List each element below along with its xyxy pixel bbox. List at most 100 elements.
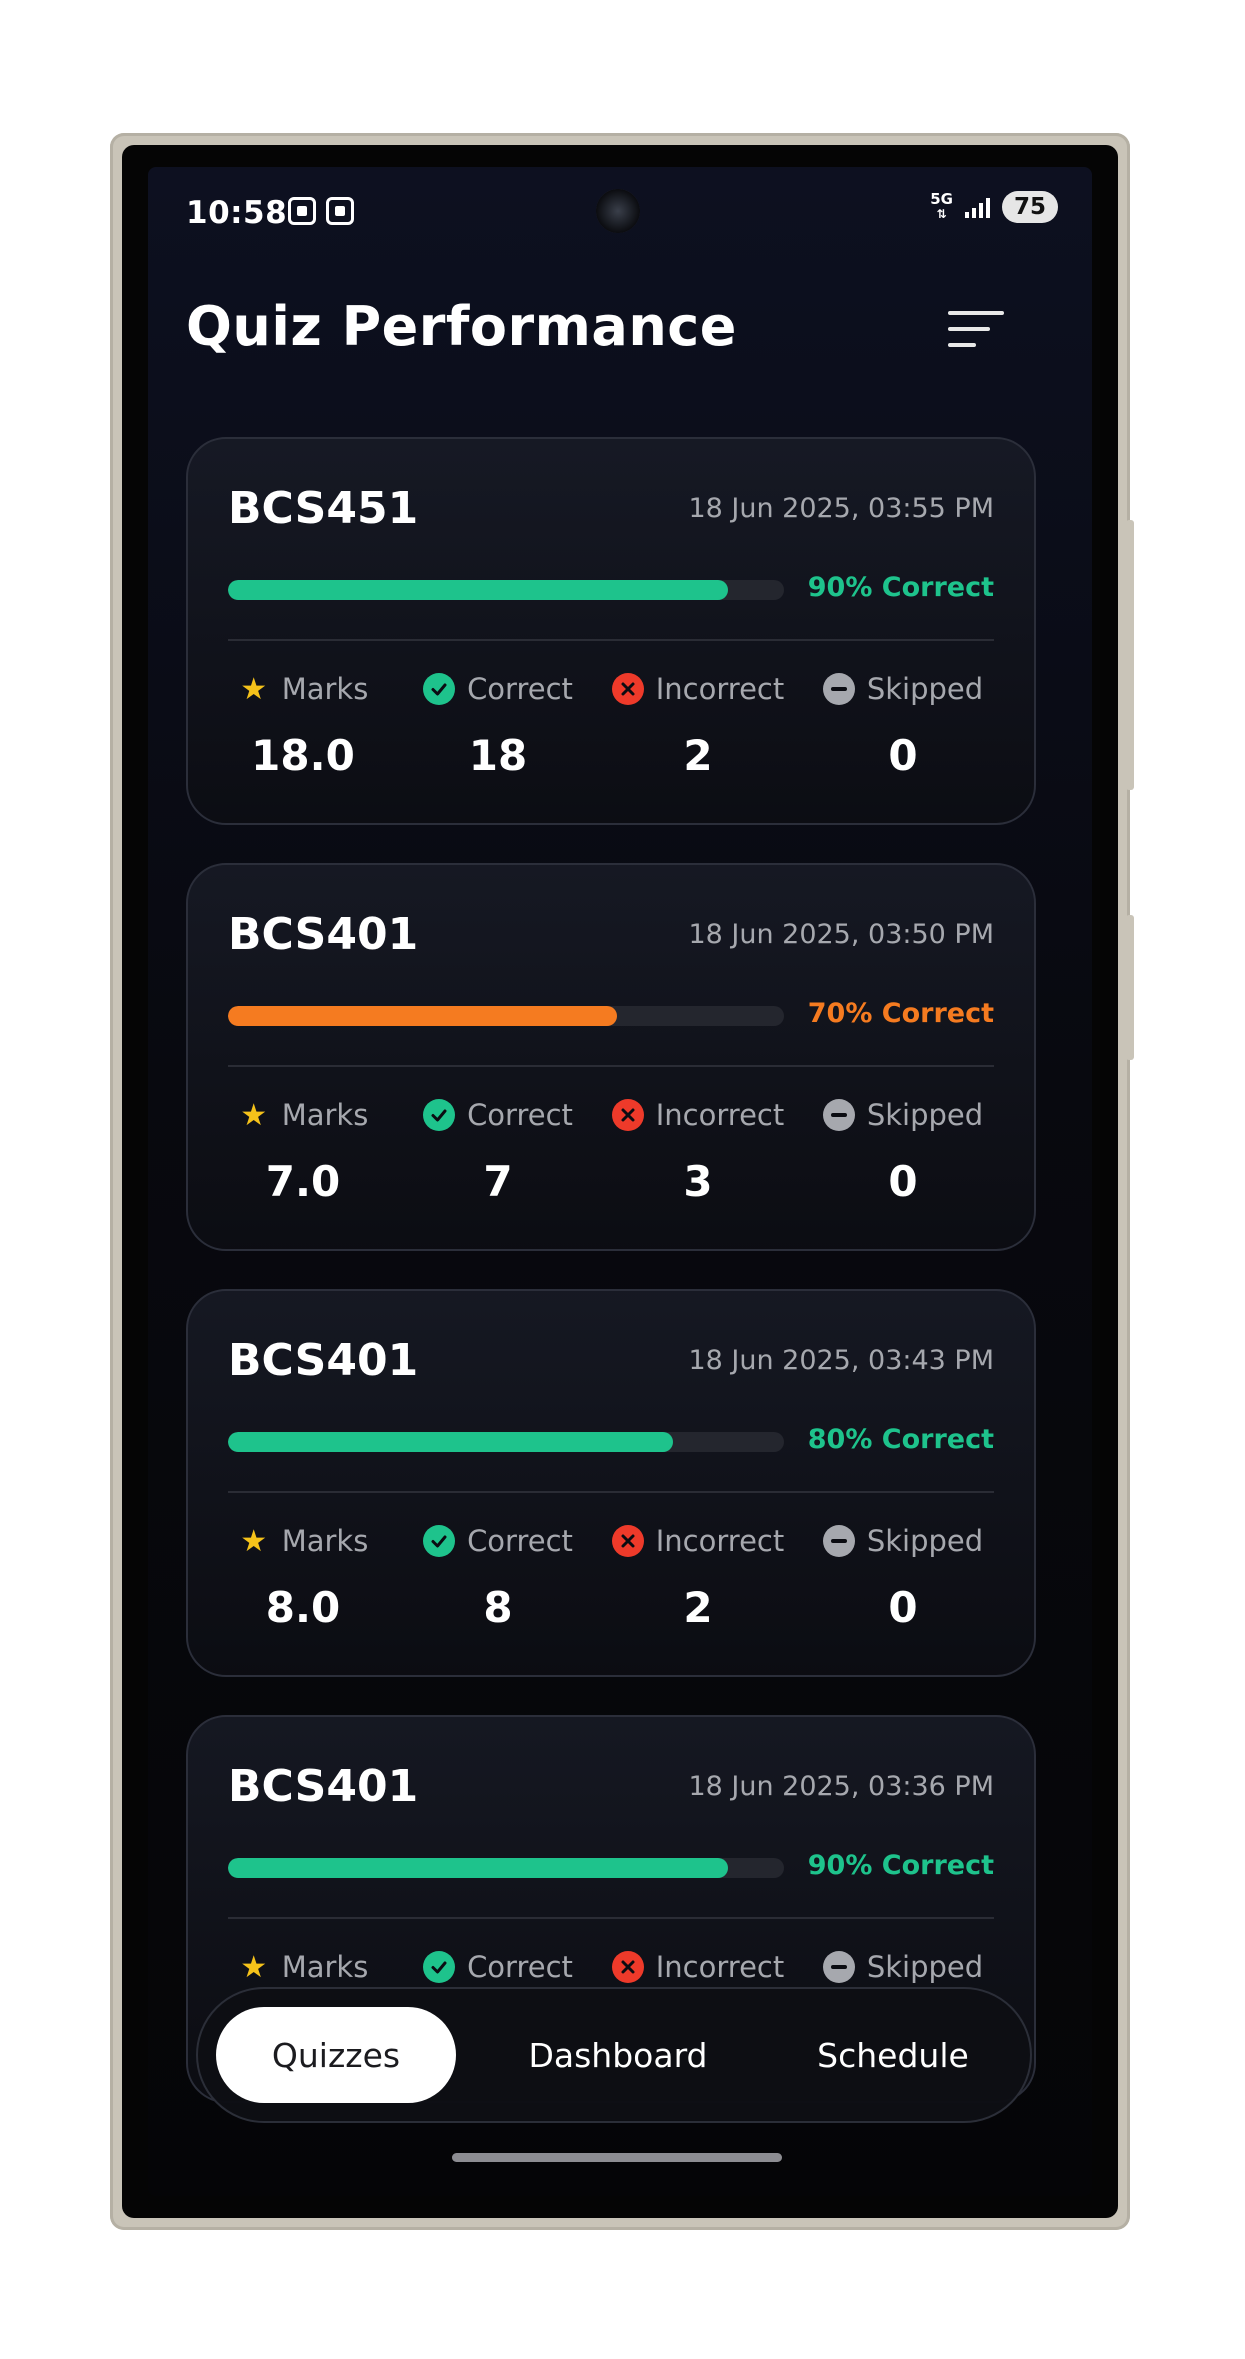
x-circle-icon <box>611 673 644 705</box>
tab-quizzes[interactable]: Quizzes <box>216 2007 456 2103</box>
stat-skipped-label: Skipped <box>866 672 984 706</box>
stat-incorrect: Incorrect 2 <box>598 669 798 780</box>
front-camera <box>596 189 640 233</box>
score-progress-fill <box>228 1006 618 1026</box>
stat-correct-label: Correct <box>467 672 573 706</box>
quiz-date: 18 Jun 2025, 03:55 PM <box>688 493 994 524</box>
star-icon: ★ <box>240 1097 268 1133</box>
x-circle-icon <box>611 1099 644 1131</box>
score-progress-bar <box>228 580 784 600</box>
score-percent-label: 90% Correct <box>807 1850 994 1881</box>
signal-strength-icon <box>964 196 990 218</box>
home-indicator[interactable] <box>452 2153 782 2162</box>
minus-circle-icon <box>822 673 855 705</box>
stat-incorrect-value: 2 <box>683 1583 713 1632</box>
quiz-stats: ★ Marks 7.0 Correct 7 Incorrect 3 Skipped 0 <box>228 1095 998 1215</box>
star-icon: ★ <box>240 1523 268 1559</box>
stat-skipped-label: Skipped <box>866 1098 984 1132</box>
network-type-icon: 5G ⇅ <box>930 192 953 222</box>
quiz-code: BCS401 <box>228 909 419 960</box>
stat-skipped-value: 0 <box>888 1157 918 1206</box>
stat-marks-value: 8.0 <box>265 1583 341 1632</box>
card-divider <box>228 1917 994 1919</box>
screen-record-icon <box>326 197 354 225</box>
power-button <box>1126 915 1134 1060</box>
stat-correct-value: 18 <box>468 731 528 780</box>
stat-correct-value: 7 <box>483 1157 513 1206</box>
score-progress-bar <box>228 1006 784 1026</box>
minus-circle-icon <box>822 1099 855 1131</box>
card-divider <box>228 1491 994 1493</box>
stat-marks-label: Marks <box>281 1098 369 1132</box>
stat-incorrect-value: 2 <box>683 731 713 780</box>
stat-incorrect-value: 3 <box>683 1157 713 1206</box>
stat-skipped-value: 0 <box>888 1583 918 1632</box>
stat-correct-value: 8 <box>483 1583 513 1632</box>
data-arrows-icon: ⇅ <box>936 207 947 221</box>
stat-correct-label: Correct <box>467 1950 573 1984</box>
stat-marks-value: 7.0 <box>265 1157 341 1206</box>
stat-marks: ★ Marks 8.0 <box>228 1521 378 1633</box>
stat-marks: ★ Marks 7.0 <box>228 1095 378 1207</box>
quiz-code: BCS401 <box>228 1335 419 1386</box>
stat-incorrect: Incorrect 3 <box>598 1095 798 1206</box>
quiz-date: 18 Jun 2025, 03:36 PM <box>688 1771 994 1802</box>
quiz-stats: ★ Marks 8.0 Correct 8 Incorrect 2 Skipped 0 <box>228 1521 998 1641</box>
quiz-card[interactable]: BCS451 18 Jun 2025, 03:55 PM 90% Correct ★ M… <box>186 437 1036 825</box>
stat-correct-label: Correct <box>467 1524 573 1558</box>
card-divider <box>228 1065 994 1067</box>
status-notification-icons <box>288 197 354 225</box>
stat-incorrect-label: Incorrect <box>655 1098 785 1132</box>
score-percent-label: 90% Correct <box>807 572 994 603</box>
app-screen: 10:58 5G ⇅ 75 Quiz Performance BCS451 18 … <box>148 167 1092 2196</box>
score-percent-label: 80% Correct <box>807 1424 994 1455</box>
check-circle-icon <box>423 1525 456 1557</box>
stat-incorrect-label: Incorrect <box>655 1950 785 1984</box>
minus-circle-icon <box>822 1525 855 1557</box>
check-circle-icon <box>423 1951 456 1983</box>
stat-incorrect-label: Incorrect <box>655 672 785 706</box>
x-circle-icon <box>611 1951 644 1983</box>
tab-schedule[interactable]: Schedule <box>768 2007 1018 2103</box>
star-icon: ★ <box>240 671 268 707</box>
filter-lines-icon[interactable] <box>948 309 1004 349</box>
quiz-date: 18 Jun 2025, 03:50 PM <box>688 919 994 950</box>
stat-skipped: Skipped 0 <box>808 1521 998 1632</box>
stat-skipped: Skipped 0 <box>808 1095 998 1206</box>
stat-correct: Correct 7 <box>408 1095 588 1206</box>
stat-skipped-value: 0 <box>888 731 918 780</box>
tab-dashboard[interactable]: Dashboard <box>478 2007 758 2103</box>
status-time: 10:58 <box>186 195 288 231</box>
quiz-code: BCS401 <box>228 1761 419 1812</box>
stat-marks-label: Marks <box>281 1950 369 1984</box>
quiz-card[interactable]: BCS401 18 Jun 2025, 03:50 PM 70% Correct ★ M… <box>186 863 1036 1251</box>
stat-marks-label: Marks <box>281 672 369 706</box>
score-progress-fill <box>228 1858 729 1878</box>
stat-marks-label: Marks <box>281 1524 369 1558</box>
network-type-label: 5G <box>930 190 953 208</box>
score-percent-label: 70% Correct <box>807 998 994 1029</box>
stat-skipped-label: Skipped <box>866 1950 984 1984</box>
score-progress-fill <box>228 580 729 600</box>
x-circle-icon <box>611 1525 644 1557</box>
bottom-nav: Quizzes Dashboard Schedule <box>196 1987 1032 2123</box>
volume-button <box>1126 520 1134 790</box>
minus-circle-icon <box>822 1951 855 1983</box>
stat-marks: ★ Marks 18.0 <box>228 669 378 781</box>
quiz-date: 18 Jun 2025, 03:43 PM <box>688 1345 994 1376</box>
quiz-code: BCS451 <box>228 483 419 534</box>
stat-marks-value: 18.0 <box>251 731 355 780</box>
check-circle-icon <box>423 1099 456 1131</box>
score-progress-fill <box>228 1432 673 1452</box>
quiz-stats: ★ Marks 18.0 Correct 18 Incorrect 2 Skipped 0 <box>228 669 998 789</box>
card-divider <box>228 639 994 641</box>
stat-skipped-label: Skipped <box>866 1524 984 1558</box>
quiz-card[interactable]: BCS401 18 Jun 2025, 03:43 PM 80% Correct ★ M… <box>186 1289 1036 1677</box>
status-bar: 10:58 5G ⇅ 75 <box>148 167 1092 257</box>
stat-correct-label: Correct <box>467 1098 573 1132</box>
stat-incorrect-label: Incorrect <box>655 1524 785 1558</box>
stat-correct: Correct 18 <box>408 669 588 780</box>
page-title: Quiz Performance <box>186 295 737 358</box>
stat-skipped: Skipped 0 <box>808 669 998 780</box>
score-progress-bar <box>228 1858 784 1878</box>
